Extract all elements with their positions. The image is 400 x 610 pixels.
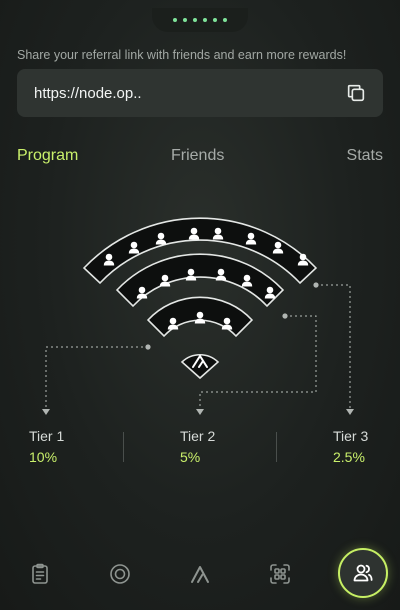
connector-arrows (42, 409, 354, 415)
tab-friends[interactable]: Friends (171, 147, 224, 165)
tab-program[interactable]: Program (17, 147, 78, 165)
tier-divider (276, 432, 277, 462)
scan-icon (270, 564, 290, 584)
nav-scan[interactable] (260, 554, 300, 594)
copy-icon[interactable] (345, 82, 367, 104)
target-icon (110, 564, 130, 584)
tier-percent: 2.5% (333, 449, 365, 465)
clipboard-icon (32, 563, 48, 584)
tier-3: Tier 3 2.5% (333, 428, 400, 465)
tier-2: Tier 2 5% (180, 428, 280, 465)
bottom-nav (0, 548, 400, 600)
logo-icon (191, 566, 209, 583)
tab-bar: Program Friends Stats (0, 147, 400, 169)
nav-home[interactable] (180, 554, 220, 594)
tier-percent: 10% (29, 449, 58, 465)
tab-stats[interactable]: Stats (347, 147, 383, 165)
users-icon (353, 564, 373, 582)
nav-target[interactable] (100, 554, 140, 594)
tier-list: Tier 1 10% Tier 2 5% Tier 3 2.5% (0, 428, 400, 468)
tier-percent: 5% (180, 449, 201, 465)
nav-referrals[interactable] (338, 548, 388, 598)
tier-name: Tier 2 (180, 428, 216, 444)
top-indicator (152, 8, 248, 32)
tier-name: Tier 3 (333, 428, 369, 444)
referral-link-text: https://node.op.. (34, 85, 142, 102)
share-description: Share your referral link with friends an… (17, 48, 347, 62)
tier-name: Tier 1 (29, 428, 65, 444)
referral-tier-diagram (42, 217, 354, 415)
tier-divider (123, 432, 124, 462)
tier-1: Tier 1 10% (29, 428, 129, 465)
nav-tasks[interactable] (20, 554, 60, 594)
referral-link-field[interactable]: https://node.op.. (17, 69, 383, 117)
